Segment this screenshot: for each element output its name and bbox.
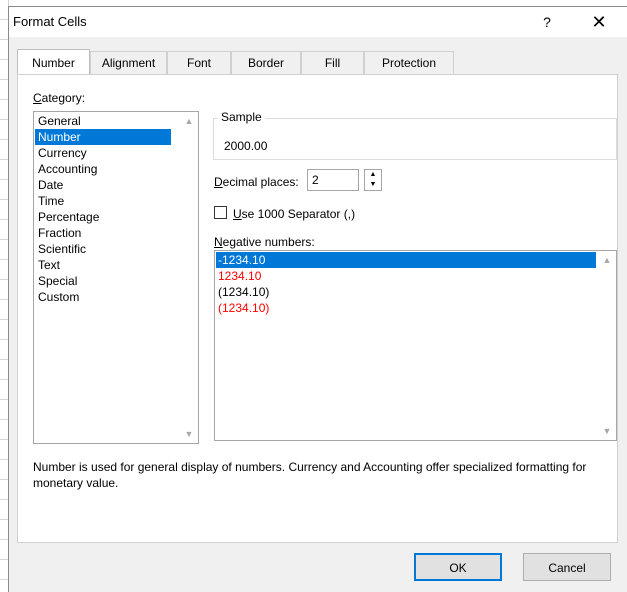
scroll-up-icon[interactable]: ▲ bbox=[599, 252, 615, 268]
category-label: Category: bbox=[33, 91, 86, 105]
list-item[interactable]: (1234.10) bbox=[216, 300, 596, 316]
tab-fill[interactable]: Fill bbox=[301, 51, 364, 74]
tab-border[interactable]: Border bbox=[231, 51, 301, 74]
thousand-separator-checkbox[interactable] bbox=[214, 206, 227, 219]
tab-number[interactable]: Number bbox=[17, 49, 90, 74]
close-button[interactable]: ✕ bbox=[586, 10, 612, 34]
list-item[interactable]: General bbox=[35, 113, 171, 129]
scroll-down-icon[interactable]: ▼ bbox=[181, 426, 197, 442]
list-item[interactable]: Text bbox=[35, 257, 171, 273]
tab-alignment[interactable]: Alignment bbox=[90, 51, 167, 74]
sample-legend: Sample bbox=[218, 110, 265, 124]
spin-up-icon[interactable]: ▲ bbox=[365, 170, 381, 180]
negative-numbers-label: Negative numbers: bbox=[214, 235, 315, 249]
tab-protection[interactable]: Protection bbox=[364, 51, 454, 74]
negative-numbers-listbox[interactable]: -1234.10 1234.10 (1234.10) (1234.10) ▲ ▼ bbox=[214, 250, 617, 441]
spin-down-icon[interactable]: ▼ bbox=[365, 180, 381, 190]
decimal-places-label: Decimal places: bbox=[214, 175, 299, 189]
category-description: Number is used for general display of nu… bbox=[33, 460, 587, 490]
list-item[interactable]: Date bbox=[35, 177, 171, 193]
list-item[interactable]: Currency bbox=[35, 145, 171, 161]
list-item[interactable]: (1234.10) bbox=[216, 284, 596, 300]
title-bar: Format Cells ? ✕ bbox=[9, 7, 627, 37]
decimal-places-input[interactable]: 2 bbox=[307, 169, 359, 191]
list-item[interactable]: Fraction bbox=[35, 225, 171, 241]
list-item[interactable]: Custom bbox=[35, 289, 171, 305]
category-listbox[interactable]: General Number Currency Accounting Date … bbox=[33, 111, 199, 444]
sample-group bbox=[213, 118, 617, 160]
ok-button[interactable]: OK bbox=[414, 553, 502, 581]
list-item[interactable]: Time bbox=[35, 193, 171, 209]
dialog-title: Format Cells bbox=[13, 14, 87, 29]
cancel-button[interactable]: Cancel bbox=[523, 553, 611, 581]
sample-value: 2000.00 bbox=[224, 139, 268, 153]
list-item[interactable]: -1234.10 bbox=[216, 252, 596, 268]
list-item[interactable]: Number bbox=[35, 129, 171, 145]
list-item[interactable]: Percentage bbox=[35, 209, 171, 225]
list-item[interactable]: Scientific bbox=[35, 241, 171, 257]
number-tab-panel: Category: General Number Currency Accoun… bbox=[17, 74, 618, 543]
scroll-down-icon[interactable]: ▼ bbox=[599, 423, 615, 439]
tab-font[interactable]: Font bbox=[167, 51, 231, 74]
scroll-up-icon[interactable]: ▲ bbox=[181, 113, 197, 129]
thousand-separator-label[interactable]: Use 1000 Separator (,) bbox=[233, 207, 355, 221]
list-item[interactable]: Special bbox=[35, 273, 171, 289]
list-item[interactable]: 1234.10 bbox=[216, 268, 596, 284]
format-cells-dialog: Format Cells ? ✕ Number Alignment Font B… bbox=[8, 6, 627, 592]
help-button[interactable]: ? bbox=[537, 11, 557, 33]
list-item[interactable]: Accounting bbox=[35, 161, 171, 177]
decimal-places-spinner[interactable]: ▲ ▼ bbox=[364, 169, 382, 191]
